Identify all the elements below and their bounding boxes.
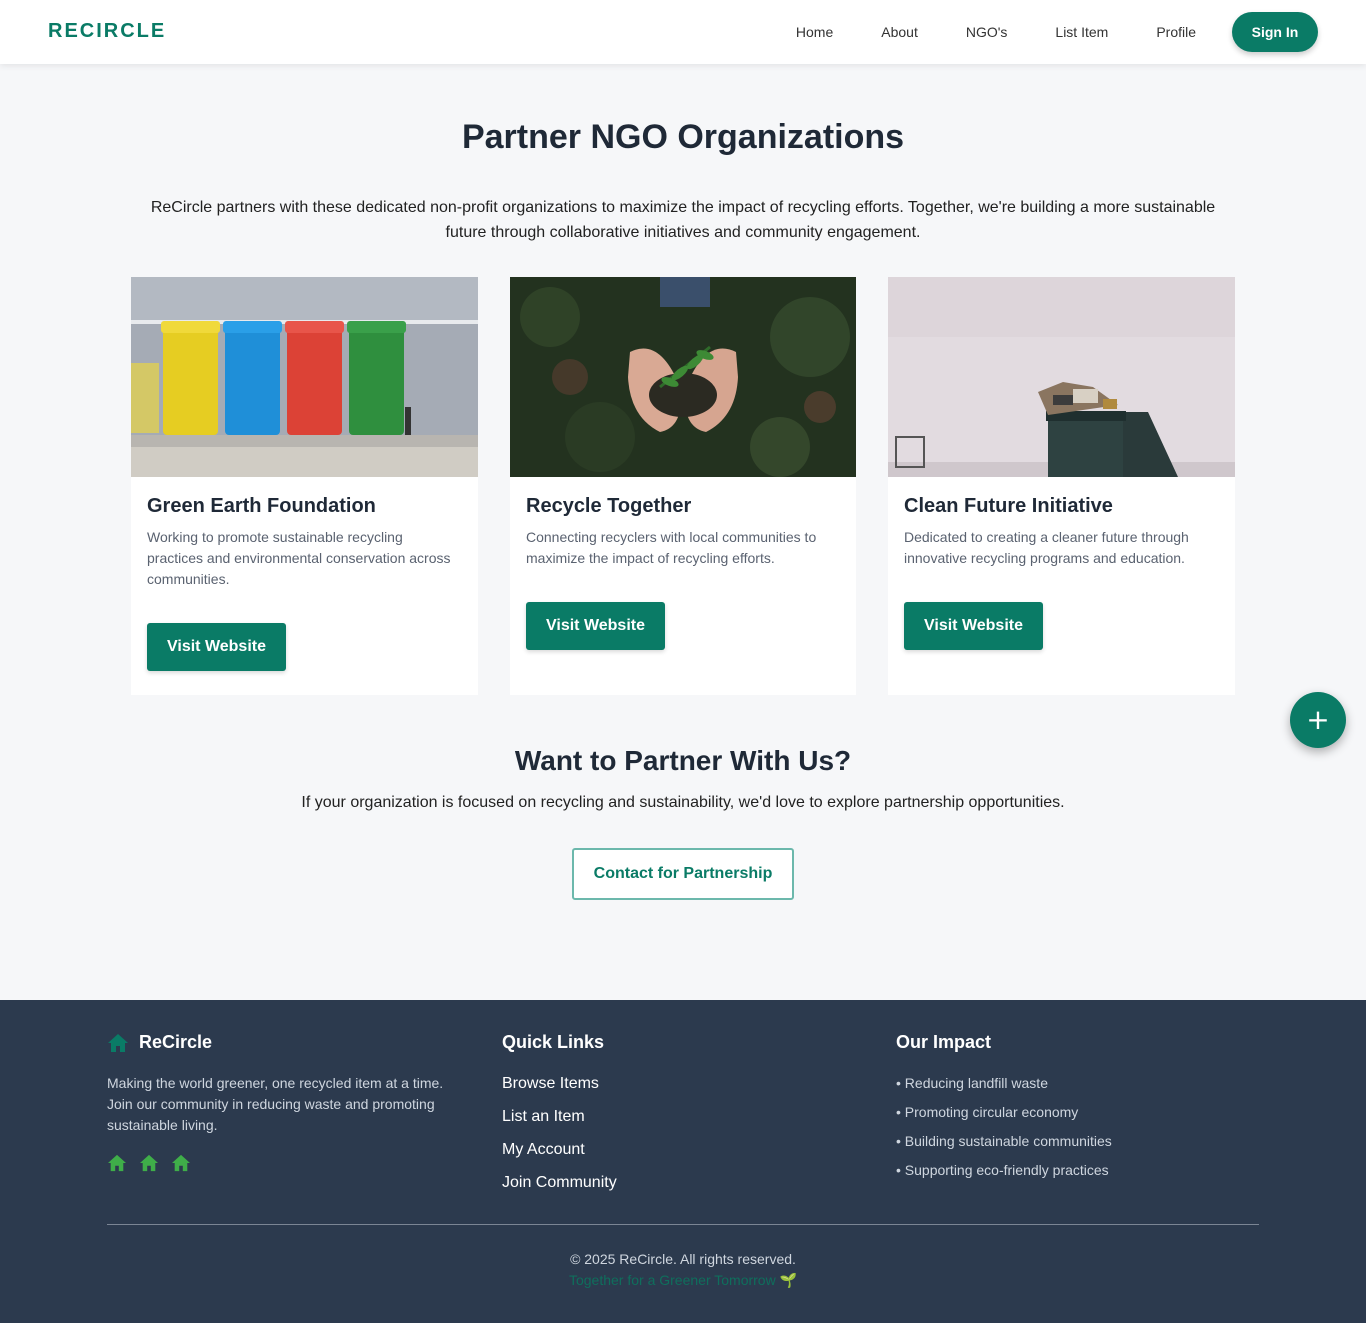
footer-impact-column: Our Impact • Reducing landfill waste • P…	[896, 1032, 1112, 1191]
impact-heading: Our Impact	[896, 1032, 992, 1052]
footer-quick-links-column: Quick Links Browse Items List an Item My…	[502, 1032, 617, 1207]
partner-text: If your organization is focused on recyc…	[301, 794, 1065, 811]
card-title: Clean Future Initiative	[904, 495, 1113, 517]
home-icon[interactable]	[171, 1154, 191, 1177]
nav-ngos[interactable]: NGO's	[966, 24, 1008, 40]
card-title: Green Earth Foundation	[147, 495, 376, 517]
page-title: Partner NGO Organizations	[461, 118, 905, 156]
ngo-card-clean-future: Clean Future Initiative Dedicated to cre…	[888, 277, 1235, 695]
main-nav: Home About NGO's List Item Profile Sign …	[796, 0, 1318, 64]
trash-bin-image	[888, 277, 1235, 477]
quick-links-list: Browse Items List an Item My Account Joi…	[502, 1075, 617, 1193]
copyright: © 2025 ReCircle. All rights reserved.	[570, 1251, 796, 1267]
ngo-card-green-earth: Green Earth Foundation Working to promot…	[131, 277, 478, 695]
footer-link-join-community[interactable]: Join Community	[502, 1174, 617, 1193]
impact-item: • Building sustainable communities	[896, 1133, 1112, 1149]
nav-profile[interactable]: Profile	[1156, 24, 1196, 40]
intro-text: ReCircle partners with these dedicated n…	[150, 199, 1216, 241]
footer-tagline: Together for a Greener Tomorrow 🌱	[568, 1272, 798, 1288]
impact-item: • Reducing landfill waste	[896, 1075, 1048, 1091]
footer-brand: ReCircle	[107, 1032, 457, 1053]
card-title: Recycle Together	[526, 495, 692, 517]
home-icon	[108, 1033, 128, 1052]
home-icon[interactable]	[139, 1154, 159, 1177]
contact-partnership-button[interactable]: Contact for Partnership	[572, 848, 794, 900]
footer-link-my-account[interactable]: My Account	[502, 1141, 617, 1160]
ngo-card-recycle-together: Recycle Together Connecting recyclers wi…	[510, 277, 856, 695]
nav-home[interactable]: Home	[796, 24, 833, 40]
partner-title: Want to Partner With Us?	[514, 745, 852, 776]
recycling-bins-image	[131, 277, 478, 477]
card-description: Working to promote sustainable recycling…	[147, 529, 451, 587]
plus-icon: +	[1306, 703, 1330, 736]
logo[interactable]: RECIRCLE	[48, 20, 166, 43]
footer-brand-column: ReCircle Making the world greener, one r…	[107, 1032, 457, 1177]
home-icon[interactable]	[107, 1154, 127, 1177]
nav-about[interactable]: About	[881, 24, 918, 40]
sign-in-button[interactable]: Sign In	[1232, 12, 1318, 52]
visit-website-button[interactable]: Visit Website	[147, 623, 286, 671]
top-navbar: RECIRCLE Home About NGO's List Item Prof…	[0, 0, 1366, 64]
nav-list-item[interactable]: List Item	[1055, 24, 1108, 40]
impact-list: • Reducing landfill waste • Promoting ci…	[896, 1075, 1112, 1179]
card-description: Connecting recyclers with local communit…	[526, 529, 817, 566]
visit-website-button[interactable]: Visit Website	[904, 602, 1043, 650]
footer-divider	[107, 1224, 1259, 1225]
footer: ReCircle Making the world greener, one r…	[0, 1000, 1366, 1323]
quick-links-heading: Quick Links	[502, 1032, 605, 1052]
hands-plant-image	[510, 277, 856, 477]
impact-item: • Supporting eco-friendly practices	[896, 1162, 1109, 1178]
card-description: Dedicated to creating a cleaner future t…	[904, 529, 1189, 566]
footer-brand-name: ReCircle	[139, 1032, 213, 1052]
footer-link-browse-items[interactable]: Browse Items	[502, 1075, 617, 1094]
footer-link-list-item[interactable]: List an Item	[502, 1108, 617, 1127]
footer-about: Making the world greener, one recycled i…	[107, 1075, 444, 1133]
add-item-fab[interactable]: +	[1290, 692, 1346, 748]
visit-website-button[interactable]: Visit Website	[526, 602, 665, 650]
impact-item: • Promoting circular economy	[896, 1104, 1079, 1120]
social-links	[107, 1154, 457, 1177]
